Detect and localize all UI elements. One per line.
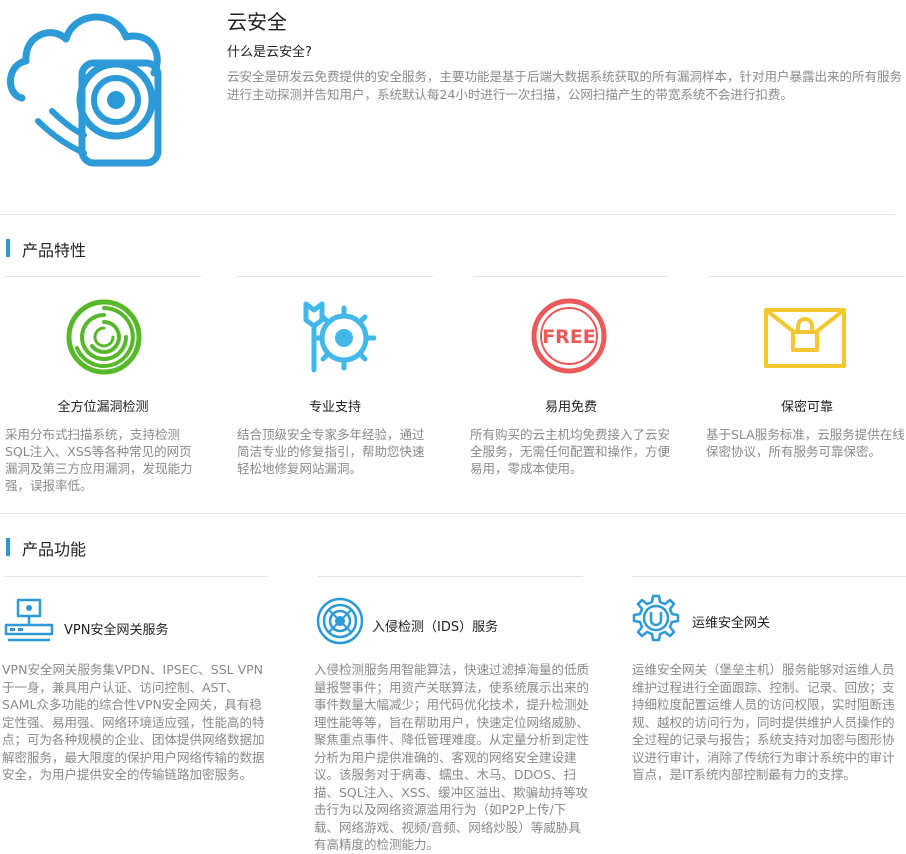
function-desc: VPN安全网关服务集VPDN、IPSEC、SSL VPN于一身，兼具用户认证、访…	[2, 662, 265, 782]
svg-text:FREE: FREE	[542, 326, 596, 348]
feature-desc: 基于SLA服务标准，云服务提供在线保密协议，所有服务可靠保密。	[706, 427, 905, 459]
page-title: 云安全	[227, 10, 287, 34]
lock-envelope-icon	[764, 308, 846, 368]
feature-name: 全方位漏洞检测	[57, 400, 149, 415]
feature-divider	[5, 276, 201, 277]
features-heading: 产品特性	[22, 241, 87, 260]
section-marker	[6, 538, 10, 556]
function-desc: 入侵检测服务用智能算法，快速过滤掉海量的低质量报警事件；用资产关联算法，使系统展…	[314, 662, 590, 852]
feature-divider	[473, 276, 669, 277]
scan-rings-icon	[66, 299, 142, 375]
function-divider	[632, 576, 906, 577]
divider	[0, 214, 895, 215]
function-divider	[318, 576, 583, 577]
cloud-security-logo-icon	[7, 13, 162, 167]
feature-name: 专业支持	[308, 400, 361, 415]
vpn-gateway-icon	[4, 598, 54, 642]
feature-name: 易用免费	[544, 400, 597, 415]
feature-desc: 所有购买的云主机均免费接入了云安全服务，无需任何配置和操作，方便易用，零成本使用…	[470, 427, 671, 476]
page-subtitle: 什么是云安全?	[227, 45, 312, 60]
section-marker	[6, 239, 10, 257]
function-name: 运维安全网关	[692, 616, 771, 631]
feature-desc: 采用分布式扫描系统，支持检测SQL注入、XSS等各种常见的网页漏洞及第三方应用漏…	[5, 427, 193, 493]
free-badge-icon: FREE	[531, 298, 607, 374]
divider	[0, 513, 906, 514]
ids-radar-icon	[316, 597, 364, 645]
functions-heading: 产品功能	[22, 540, 87, 559]
function-name: VPN安全网关服务	[64, 623, 169, 638]
function-name: 入侵检测（IDS）服务	[372, 620, 499, 635]
feature-desc: 结合顶级安全专家多年经验，通过简洁专业的修复指引，帮助您快速轻松地修复网站漏洞。	[237, 427, 425, 476]
function-desc: 运维安全网关（堡垒主机）服务能够对运维人员维护过程进行全面跟踪、控制、记录、回放…	[632, 662, 895, 782]
ops-gear-icon	[632, 594, 680, 642]
feature-name: 保密可靠	[780, 400, 833, 415]
feature-divider	[237, 276, 433, 277]
function-divider	[5, 576, 267, 577]
wrench-gear-icon	[303, 301, 376, 373]
intro-text: 云安全是研发云免费提供的安全服务，主要功能是基于后端大数据系统获取的所有漏洞样本…	[227, 69, 903, 102]
feature-divider	[709, 276, 905, 277]
